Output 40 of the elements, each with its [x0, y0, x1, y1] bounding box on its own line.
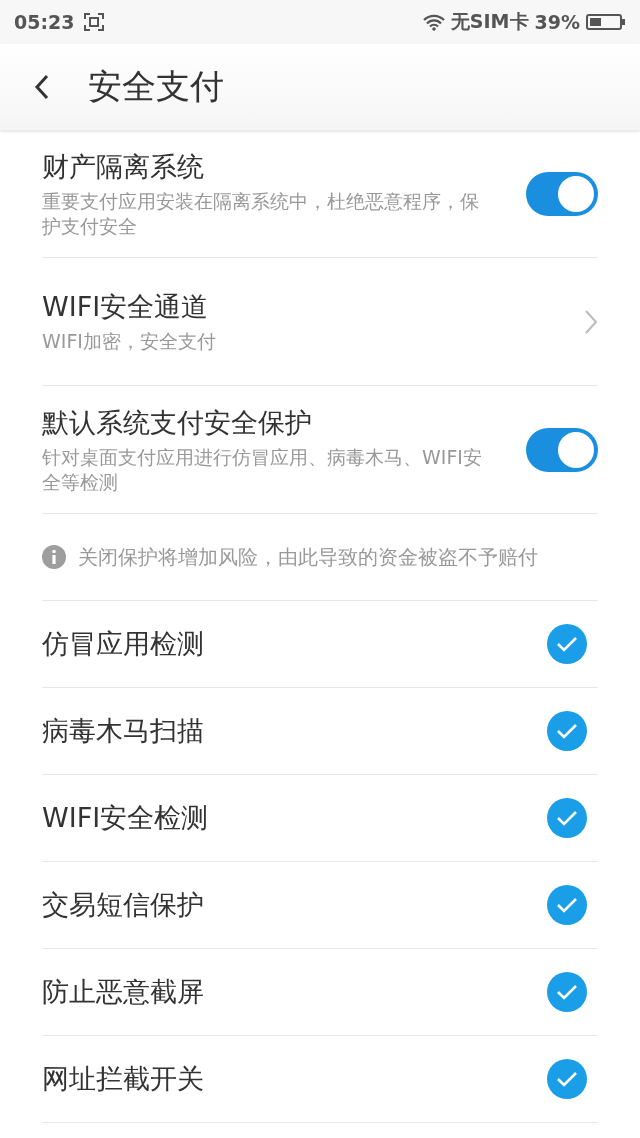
- checkbox[interactable]: [546, 971, 588, 1013]
- screenshot-icon: [84, 13, 105, 31]
- setting-description: 重要支付应用安装在隔离系统中，杜绝恶意程序，保护支付安全: [42, 188, 480, 239]
- warning-text: 关闭保护将增加风险，由此导致的资金被盗不予赔付: [78, 543, 538, 571]
- settings-row[interactable]: 防止恶意截屏: [42, 949, 598, 1036]
- setting-title: WIFI安全通道: [42, 290, 210, 325]
- toggle-switch[interactable]: [526, 427, 598, 472]
- setting-description: WIFI加密，安全支付: [42, 329, 217, 354]
- settings-row[interactable]: 病毒木马扫描: [42, 688, 598, 775]
- settings-row[interactable]: 财产隔离系统 重要支付应用安装在隔离系统中，杜绝恶意程序，保护支付安全: [42, 130, 598, 258]
- setting-title: 默认系统支付安全保护: [42, 405, 313, 440]
- setting-description: 针对桌面支付应用进行仿冒应用、病毒木马、WIFI安全等检测: [42, 444, 482, 495]
- setting-title: 财产隔离系统: [42, 149, 205, 184]
- chevron-icon: [584, 308, 598, 335]
- wifi-icon: [422, 13, 445, 31]
- status-time: 05:23: [14, 11, 75, 33]
- settings-row[interactable]: 交易短信保护: [42, 862, 598, 949]
- checkbox[interactable]: [546, 884, 588, 926]
- setting-title: WIFI安全检测: [42, 801, 209, 835]
- battery-icon: [586, 13, 626, 31]
- info-icon: [42, 545, 66, 569]
- page-title: 安全支付: [88, 65, 224, 108]
- settings-row[interactable]: 默认系统支付安全保护 针对桌面支付应用进行仿冒应用、病毒木马、WIFI安全等检测: [42, 386, 598, 514]
- setting-title: 防止恶意截屏: [42, 975, 204, 1009]
- checkbox[interactable]: [546, 1058, 588, 1100]
- checkbox[interactable]: [546, 797, 588, 839]
- settings-row[interactable]: WIFI安全通道 WIFI加密，安全支付: [42, 258, 598, 386]
- battery-percent: 39%: [534, 11, 580, 33]
- back-icon: [34, 74, 50, 100]
- setting-title: 网址拦截开关: [42, 1062, 204, 1096]
- setting-title: 病毒木马扫描: [42, 714, 204, 748]
- toggle-switch[interactable]: [526, 171, 598, 216]
- carrier-text: 无SIM卡: [450, 9, 529, 34]
- setting-title: 交易短信保护: [42, 888, 204, 922]
- settings-row[interactable]: 网址拦截开关: [42, 1036, 598, 1123]
- settings-row[interactable]: WIFI安全检测: [42, 775, 598, 862]
- setting-title: 仿冒应用检测: [42, 627, 204, 661]
- checkbox[interactable]: [546, 710, 588, 752]
- checkbox[interactable]: [546, 623, 588, 665]
- settings-row[interactable]: 仿冒应用检测: [42, 601, 598, 688]
